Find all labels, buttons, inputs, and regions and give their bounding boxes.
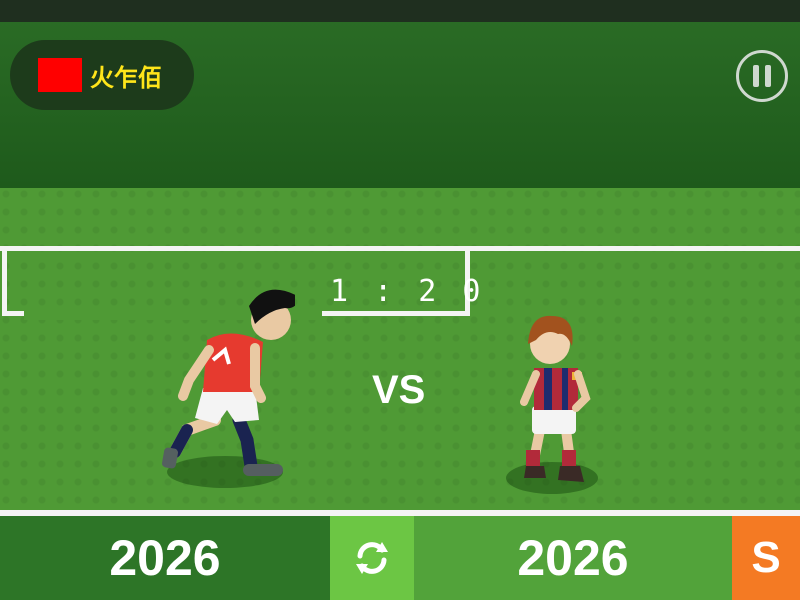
swap-button[interactable] — [330, 516, 414, 600]
pause-button[interactable] — [736, 50, 788, 102]
right-year: 2026 — [414, 516, 732, 600]
s-button[interactable]: S — [732, 516, 800, 600]
vs-label: VS — [372, 368, 426, 412]
pitch — [0, 188, 800, 512]
left-year: 2026 — [0, 516, 330, 600]
left-player[interactable] — [155, 280, 295, 490]
top-status-strip — [0, 0, 800, 22]
top-hud: 火乍佰 — [0, 22, 800, 188]
team-flag — [38, 58, 82, 92]
right-player[interactable] — [500, 310, 600, 500]
pause-icon — [750, 65, 774, 87]
swap-arrows-icon — [356, 542, 388, 574]
bottom-bar: 2026 2026 S — [0, 516, 800, 600]
team-name: 火乍佰 — [90, 63, 162, 92]
match-score: 1 : 2 0 — [330, 274, 485, 309]
team-badge[interactable]: 火乍佰 — [10, 40, 194, 110]
